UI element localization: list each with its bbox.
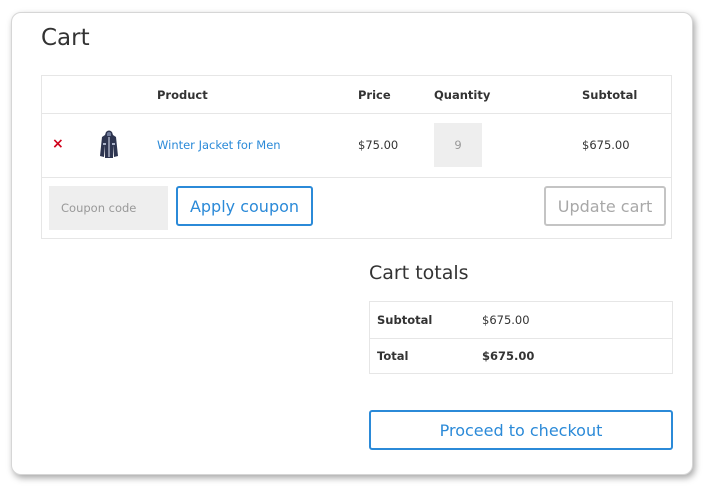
header-product: Product <box>157 88 208 102</box>
page-title: Cart <box>41 25 90 51</box>
close-icon[interactable]: × <box>52 136 64 152</box>
header-subtotal: Subtotal <box>582 88 638 102</box>
totals-subtotal-label: Subtotal <box>377 313 433 327</box>
coupon-code-input[interactable] <box>49 186 168 230</box>
product-price: $75.00 <box>358 138 399 152</box>
proceed-to-checkout-button[interactable]: Proceed to checkout <box>369 410 673 450</box>
product-link[interactable]: Winter Jacket for Men <box>157 138 281 152</box>
totals-subtotal-value: $675.00 <box>482 313 530 327</box>
apply-coupon-button[interactable]: Apply coupon <box>176 186 313 226</box>
item-divider <box>42 177 671 178</box>
product-subtotal: $675.00 <box>582 138 630 152</box>
cart-totals-table: Subtotal $675.00 Total $675.00 <box>369 301 673 374</box>
header-price: Price <box>358 88 391 102</box>
cart-card: Cart Product Price Quantity Subtotal × W… <box>11 12 693 475</box>
cart-totals-title: Cart totals <box>369 262 469 284</box>
winter-jacket-thumbnail[interactable] <box>99 129 119 159</box>
totals-total-value: $675.00 <box>482 349 535 363</box>
product-name-cell: Winter Jacket for Men <box>157 138 281 152</box>
header-divider <box>42 113 671 114</box>
cart-table: Product Price Quantity Subtotal × Winter… <box>41 75 672 239</box>
quantity-input[interactable] <box>434 123 482 167</box>
header-quantity: Quantity <box>434 88 491 102</box>
totals-total-label: Total <box>377 349 409 363</box>
update-cart-button[interactable]: Update cart <box>544 186 666 226</box>
totals-divider <box>370 338 672 339</box>
